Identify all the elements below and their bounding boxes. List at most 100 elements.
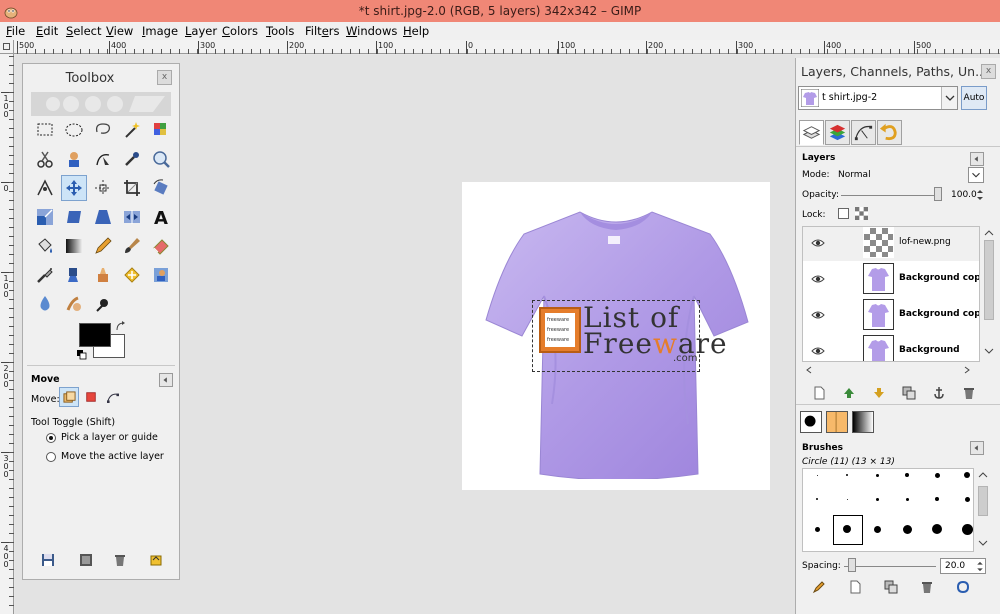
swap-colors-icon[interactable]	[115, 321, 127, 333]
duplicate-layer-icon[interactable]	[902, 386, 916, 400]
image-select-combo[interactable]: t shirt.jpg-2	[798, 86, 958, 110]
layers-scroll-thumb[interactable]	[984, 240, 994, 320]
tool-airbrush[interactable]	[32, 262, 58, 288]
opacity-value[interactable]: 100.0	[951, 190, 977, 200]
menu-item-file[interactable]: File	[6, 24, 25, 38]
brush-preset[interactable]	[816, 474, 818, 476]
menu-item-edit[interactable]: Edit	[36, 24, 58, 38]
save-tool-options-icon[interactable]	[41, 553, 55, 567]
restore-tool-options-icon[interactable]	[79, 553, 93, 567]
tool-measure[interactable]	[32, 175, 58, 201]
brush-preset[interactable]	[961, 523, 973, 535]
auto-button[interactable]: Auto	[961, 86, 987, 110]
brush-preset[interactable]	[902, 524, 912, 534]
duplicate-brush-icon[interactable]	[884, 580, 898, 594]
layers-list-scrollbar[interactable]	[982, 226, 996, 362]
brush-preset[interactable]	[875, 473, 879, 477]
vertical-ruler[interactable]: 1000100200300400	[0, 54, 14, 614]
spacing-spin-icon[interactable]	[976, 560, 984, 573]
tool-bucket-fill[interactable]	[32, 233, 58, 259]
tool-eraser[interactable]	[148, 233, 174, 259]
menu-item-view[interactable]: View	[106, 24, 133, 38]
tool-gradient[interactable]	[61, 233, 87, 259]
brush-preset[interactable]	[814, 526, 820, 532]
tool-ellipse-select[interactable]	[61, 117, 87, 143]
ruler-corner-button[interactable]	[0, 40, 14, 54]
brush-preset[interactable]	[816, 498, 818, 500]
menu-item-colors[interactable]: Colors	[222, 24, 258, 38]
spacing-input[interactable]: 20.0	[940, 558, 986, 574]
anchor-layer-icon[interactable]	[932, 386, 946, 400]
menu-item-layer[interactable]: Layer	[185, 24, 217, 38]
layer-row[interactable]: lof-new.png	[803, 227, 979, 261]
opacity-slider-handle[interactable]	[934, 187, 942, 201]
lock-alpha-checker-icon[interactable]	[855, 207, 868, 220]
move-selection-mode-button[interactable]	[81, 387, 101, 407]
tab-patterns[interactable]	[826, 411, 848, 433]
move-layer-mode-button[interactable]	[59, 387, 79, 407]
wilber-banner-icon[interactable]	[31, 92, 171, 116]
menu-item-filters[interactable]: Filters	[305, 24, 340, 38]
selected-brush-frame[interactable]	[833, 515, 863, 545]
brush-preset[interactable]	[932, 524, 942, 534]
layer-row[interactable]: Background cop	[803, 297, 979, 333]
tool-perspective[interactable]	[90, 204, 116, 230]
tool-fuzzy-select[interactable]	[119, 117, 145, 143]
image-content[interactable]: freeware freeware freeware List of Freew…	[462, 182, 770, 490]
delete-brush-icon[interactable]	[920, 580, 934, 594]
tool-smudge[interactable]	[61, 291, 87, 317]
brushes-scrollbar[interactable]	[976, 468, 990, 552]
raise-layer-icon[interactable]	[842, 386, 856, 400]
tool-foreground-select[interactable]	[61, 146, 87, 172]
tool-align[interactable]	[90, 175, 116, 201]
tool-options-menu-button[interactable]	[159, 373, 173, 387]
visibility-eye-icon[interactable]	[811, 272, 825, 286]
brushes-scroll-thumb[interactable]	[978, 486, 988, 516]
tab-undo-history[interactable]	[877, 120, 902, 145]
visibility-eye-icon[interactable]	[811, 236, 825, 250]
tool-scale[interactable]	[32, 204, 58, 230]
horizontal-ruler[interactable]: 500 400 300 200 100 0 100 200 300 400 500	[14, 40, 1000, 54]
new-layer-icon[interactable]	[812, 386, 826, 400]
layer-row[interactable]: Background	[803, 333, 979, 361]
brush-preset[interactable]	[846, 498, 848, 500]
tool-ink[interactable]	[61, 262, 87, 288]
tool-lasso[interactable]	[90, 117, 116, 143]
tool-heal[interactable]	[119, 262, 145, 288]
tool-rotate[interactable]	[148, 175, 174, 201]
image-select-arrow[interactable]	[941, 87, 957, 109]
layer-selection-box[interactable]: freeware freeware freeware List of Freew…	[532, 300, 727, 372]
lower-layer-icon[interactable]	[872, 386, 886, 400]
tool-pencil[interactable]	[90, 233, 116, 259]
tool-clone[interactable]	[90, 262, 116, 288]
move-path-mode-button[interactable]	[103, 387, 123, 407]
move-active-layer-radio[interactable]	[46, 452, 56, 462]
delete-layer-icon[interactable]	[962, 386, 976, 400]
tab-gradients[interactable]	[852, 411, 874, 433]
toolbox-close-button[interactable]: x	[157, 70, 172, 85]
menu-item-help[interactable]: Help	[403, 24, 429, 38]
menu-item-windows[interactable]: Windows	[346, 24, 397, 38]
tool-text[interactable]: A	[148, 204, 174, 230]
menu-item-select[interactable]: Select	[66, 24, 102, 38]
tool-zoom[interactable]	[148, 146, 174, 172]
foreground-color-swatch-front[interactable]	[79, 323, 111, 347]
brush-preset[interactable]	[964, 496, 970, 502]
tab-brushes[interactable]	[800, 411, 822, 433]
visibility-eye-icon[interactable]	[811, 308, 825, 322]
dock-close-button[interactable]: x	[981, 64, 996, 79]
lock-pixels-checkbox[interactable]	[838, 208, 849, 219]
tool-paths[interactable]	[90, 146, 116, 172]
mode-value[interactable]: Normal	[838, 170, 871, 180]
brushes-menu-button[interactable]	[970, 441, 984, 455]
tool-dodge-burn[interactable]	[90, 291, 116, 317]
brush-preset[interactable]	[846, 474, 848, 476]
reset-tool-options-icon[interactable]	[149, 553, 163, 567]
default-colors-icon[interactable]	[77, 350, 87, 360]
spacing-slider-handle[interactable]	[848, 558, 856, 572]
menu-item-tools[interactable]: Tools	[266, 24, 294, 38]
pick-layer-label[interactable]: Pick a layer or guide	[61, 432, 158, 443]
tool-shear[interactable]	[61, 204, 87, 230]
pick-layer-radio[interactable]	[46, 433, 56, 443]
tool-perspective-clone[interactable]	[148, 262, 174, 288]
